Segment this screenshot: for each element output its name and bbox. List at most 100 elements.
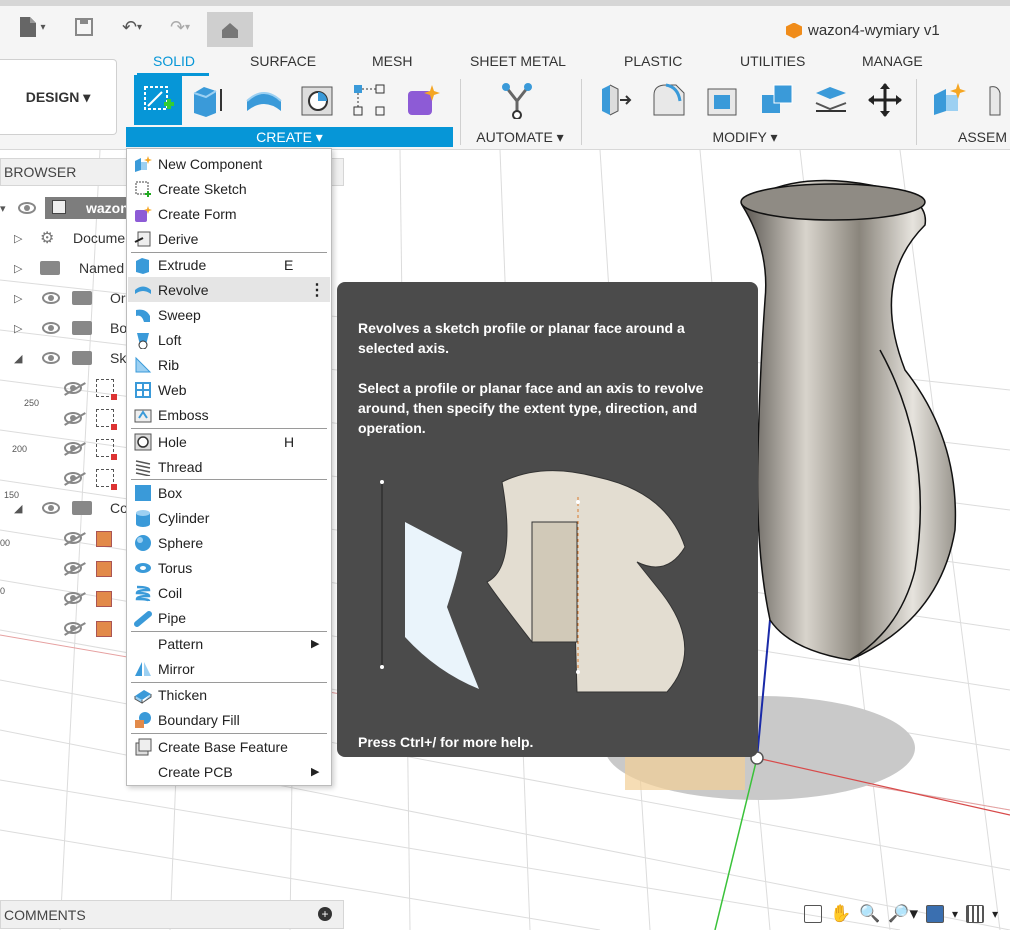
home-icon[interactable] xyxy=(207,12,253,48)
tab-surface[interactable]: SURFACE xyxy=(250,53,316,69)
comments-panel-header[interactable]: COMMENTS xyxy=(0,900,344,929)
expand-icon[interactable]: ▷ xyxy=(14,262,22,275)
more-options-icon[interactable]: ⋮ xyxy=(309,280,325,300)
tab-utilities[interactable]: UTILITIES xyxy=(740,53,805,69)
grid-snaps-icon[interactable] xyxy=(966,905,985,923)
create-sketch-tool-icon[interactable] xyxy=(134,75,182,125)
menu-item-sphere[interactable]: Sphere xyxy=(128,530,330,555)
visibility-eye-icon[interactable] xyxy=(64,532,82,544)
create-group-dropdown[interactable]: CREATE ▾ xyxy=(126,127,453,147)
pattern-tool-icon[interactable] xyxy=(348,79,390,121)
browser-root-node[interactable]: ▾ wazon xyxy=(0,193,130,223)
visibility-eye-icon[interactable] xyxy=(64,622,82,634)
collapse-icon[interactable]: ◢ xyxy=(14,502,22,515)
visibility-eye-icon[interactable] xyxy=(64,592,82,604)
redo-icon[interactable]: ↷ ▾ xyxy=(160,12,200,42)
construction-item[interactable] xyxy=(0,613,130,643)
undo-icon[interactable]: ↶ ▾ xyxy=(112,12,152,42)
menu-item-derive[interactable]: Derive xyxy=(128,226,330,251)
sketch-item[interactable] xyxy=(0,463,130,493)
browser-node-bodies[interactable]: ▷ Bo xyxy=(0,313,130,343)
shell-tool-icon[interactable] xyxy=(702,79,744,121)
assemble-group-dropdown[interactable]: ASSEM xyxy=(958,127,1010,147)
joint-tool-icon[interactable] xyxy=(980,79,1010,121)
visibility-eye-icon[interactable] xyxy=(42,322,60,334)
combine-tool-icon[interactable] xyxy=(756,79,798,121)
extrude-tool-icon[interactable] xyxy=(186,79,228,121)
menu-item-rib[interactable]: Rib xyxy=(128,352,330,377)
visibility-eye-icon[interactable] xyxy=(64,562,82,574)
move-tool-icon[interactable] xyxy=(864,79,906,121)
browser-node-document-settings[interactable]: ▷ ⚙ Docume xyxy=(0,223,130,253)
menu-item-thread[interactable]: Thread xyxy=(128,454,330,479)
menu-item-web[interactable]: Web xyxy=(128,377,330,402)
menu-item-box[interactable]: Box xyxy=(128,480,330,505)
press-pull-tool-icon[interactable] xyxy=(594,79,636,121)
sketch-item[interactable] xyxy=(0,433,130,463)
visibility-eye-icon[interactable] xyxy=(64,412,82,424)
tab-sheet-metal[interactable]: SHEET METAL xyxy=(470,53,566,69)
hole-tool-icon[interactable] xyxy=(296,79,338,121)
grid-snaps-dropdown-icon[interactable]: ▾ xyxy=(992,907,998,921)
fillet-tool-icon[interactable] xyxy=(648,79,690,121)
menu-item-new-component[interactable]: New Component xyxy=(128,151,330,176)
construction-item[interactable] xyxy=(0,523,130,553)
visibility-eye-icon[interactable] xyxy=(18,202,36,214)
sketch-item[interactable] xyxy=(0,373,130,403)
construction-item[interactable] xyxy=(0,553,130,583)
zoom-icon[interactable]: 🔍 xyxy=(859,904,880,924)
modify-group-dropdown[interactable]: MODIFY ▾ xyxy=(690,127,800,147)
workspace-switcher[interactable]: DESIGN ▾ xyxy=(0,59,117,135)
menu-item-sweep[interactable]: Sweep xyxy=(128,302,330,327)
menu-item-create-pcb[interactable]: Create PCB ▶ xyxy=(128,759,330,784)
visibility-eye-icon[interactable] xyxy=(64,442,82,454)
visibility-eye-icon[interactable] xyxy=(64,382,82,394)
menu-item-thicken[interactable]: Thicken xyxy=(128,682,330,707)
menu-item-mirror[interactable]: Mirror xyxy=(128,656,330,681)
menu-item-extrude[interactable]: Extrude E xyxy=(128,252,330,277)
menu-item-pattern[interactable]: Pattern ▶ xyxy=(128,631,330,656)
visibility-eye-icon[interactable] xyxy=(42,292,60,304)
expand-icon[interactable]: ▷ xyxy=(14,322,22,335)
menu-item-emboss[interactable]: Emboss xyxy=(128,402,330,427)
look-at-icon[interactable] xyxy=(804,905,822,923)
tab-mesh[interactable]: MESH xyxy=(372,53,412,69)
tab-solid[interactable]: SOLID xyxy=(153,53,195,69)
browser-node-origin[interactable]: ▷ Or xyxy=(0,283,130,313)
fit-icon[interactable]: 🔎▾ xyxy=(888,904,918,924)
browser-node-construction[interactable]: ◢ Co xyxy=(0,493,130,523)
save-icon[interactable] xyxy=(70,12,98,42)
menu-item-hole[interactable]: Hole H xyxy=(128,429,330,454)
automate-tool-icon[interactable] xyxy=(496,79,538,121)
menu-item-create-form[interactable]: Create Form xyxy=(128,201,330,226)
add-comment-icon[interactable]: + xyxy=(318,907,332,921)
browser-node-sketches[interactable]: ◢ Sk xyxy=(0,343,130,373)
collapse-icon[interactable]: ▾ xyxy=(0,202,6,215)
new-component-tool-icon[interactable] xyxy=(928,79,970,121)
pan-icon[interactable]: ✋ xyxy=(830,904,851,924)
construction-item[interactable] xyxy=(0,583,130,613)
menu-item-loft[interactable]: Loft xyxy=(128,327,330,352)
menu-item-create-base-feature[interactable]: Create Base Feature xyxy=(128,734,330,759)
browser-node-named-views[interactable]: ▷ Named xyxy=(0,253,130,283)
menu-item-coil[interactable]: Coil xyxy=(128,580,330,605)
visibility-eye-icon[interactable] xyxy=(42,352,60,364)
expand-icon[interactable]: ▷ xyxy=(14,292,22,305)
menu-item-revolve[interactable]: Revolve ⋮ xyxy=(128,277,330,302)
menu-item-torus[interactable]: Torus xyxy=(128,555,330,580)
display-settings-icon[interactable] xyxy=(926,905,945,923)
offset-face-tool-icon[interactable] xyxy=(810,79,852,121)
sketch-item[interactable] xyxy=(0,403,130,433)
collapse-icon[interactable]: ◢ xyxy=(14,352,22,365)
create-form-tool-icon[interactable] xyxy=(402,79,444,121)
automate-group-dropdown[interactable]: AUTOMATE ▾ xyxy=(470,127,570,147)
menu-item-cylinder[interactable]: Cylinder xyxy=(128,505,330,530)
menu-item-create-sketch[interactable]: Create Sketch xyxy=(128,176,330,201)
visibility-eye-icon[interactable] xyxy=(42,502,60,514)
tab-plastic[interactable]: PLASTIC xyxy=(624,53,682,69)
revolve-tool-icon[interactable] xyxy=(242,79,286,121)
menu-item-pipe[interactable]: Pipe xyxy=(128,605,330,630)
menu-item-boundary-fill[interactable]: Boundary Fill xyxy=(128,707,330,732)
file-menu-icon[interactable]: ▾ xyxy=(14,12,48,42)
expand-icon[interactable]: ▷ xyxy=(14,232,22,245)
